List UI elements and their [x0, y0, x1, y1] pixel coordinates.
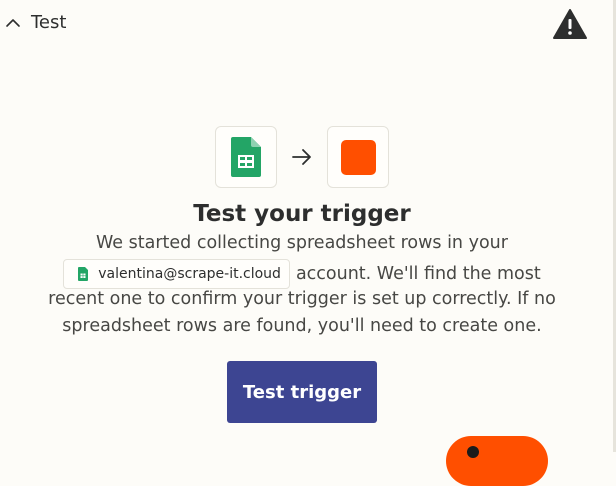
fab-icon [467, 446, 479, 458]
section-title: Test [31, 12, 67, 33]
account-email: valentina@scrape-it.cloud [98, 266, 281, 282]
action-app-tile [327, 126, 389, 188]
floating-action-button[interactable] [446, 436, 548, 486]
account-chip[interactable]: valentina@scrape-it.cloud [63, 259, 290, 289]
description-line-4: spreadsheet rows are found, you'll need … [62, 316, 542, 336]
arrow-right-icon [292, 149, 311, 165]
description-line-3: recent one to confirm your trigger is se… [48, 289, 556, 309]
google-sheets-icon [78, 267, 89, 281]
test-section-header: Test [0, 0, 613, 48]
description-line-2-suffix: account. We'll find the most [295, 264, 541, 284]
description-line-2: valentina@scrape-it.cloud account. We'll… [0, 259, 604, 289]
warning-triangle-icon[interactable] [552, 8, 588, 40]
test-trigger-button[interactable]: Test trigger [227, 361, 377, 423]
page-title: Test your trigger [193, 201, 411, 227]
orange-square-icon [340, 139, 376, 175]
collapse-toggle[interactable]: Test [4, 12, 66, 33]
chevron-up-icon [6, 18, 20, 27]
trigger-app-tile [215, 126, 277, 188]
description-line-1: We started collecting spreadsheet rows i… [96, 233, 508, 253]
app-connection-row [215, 126, 389, 188]
google-sheets-icon [231, 137, 261, 177]
